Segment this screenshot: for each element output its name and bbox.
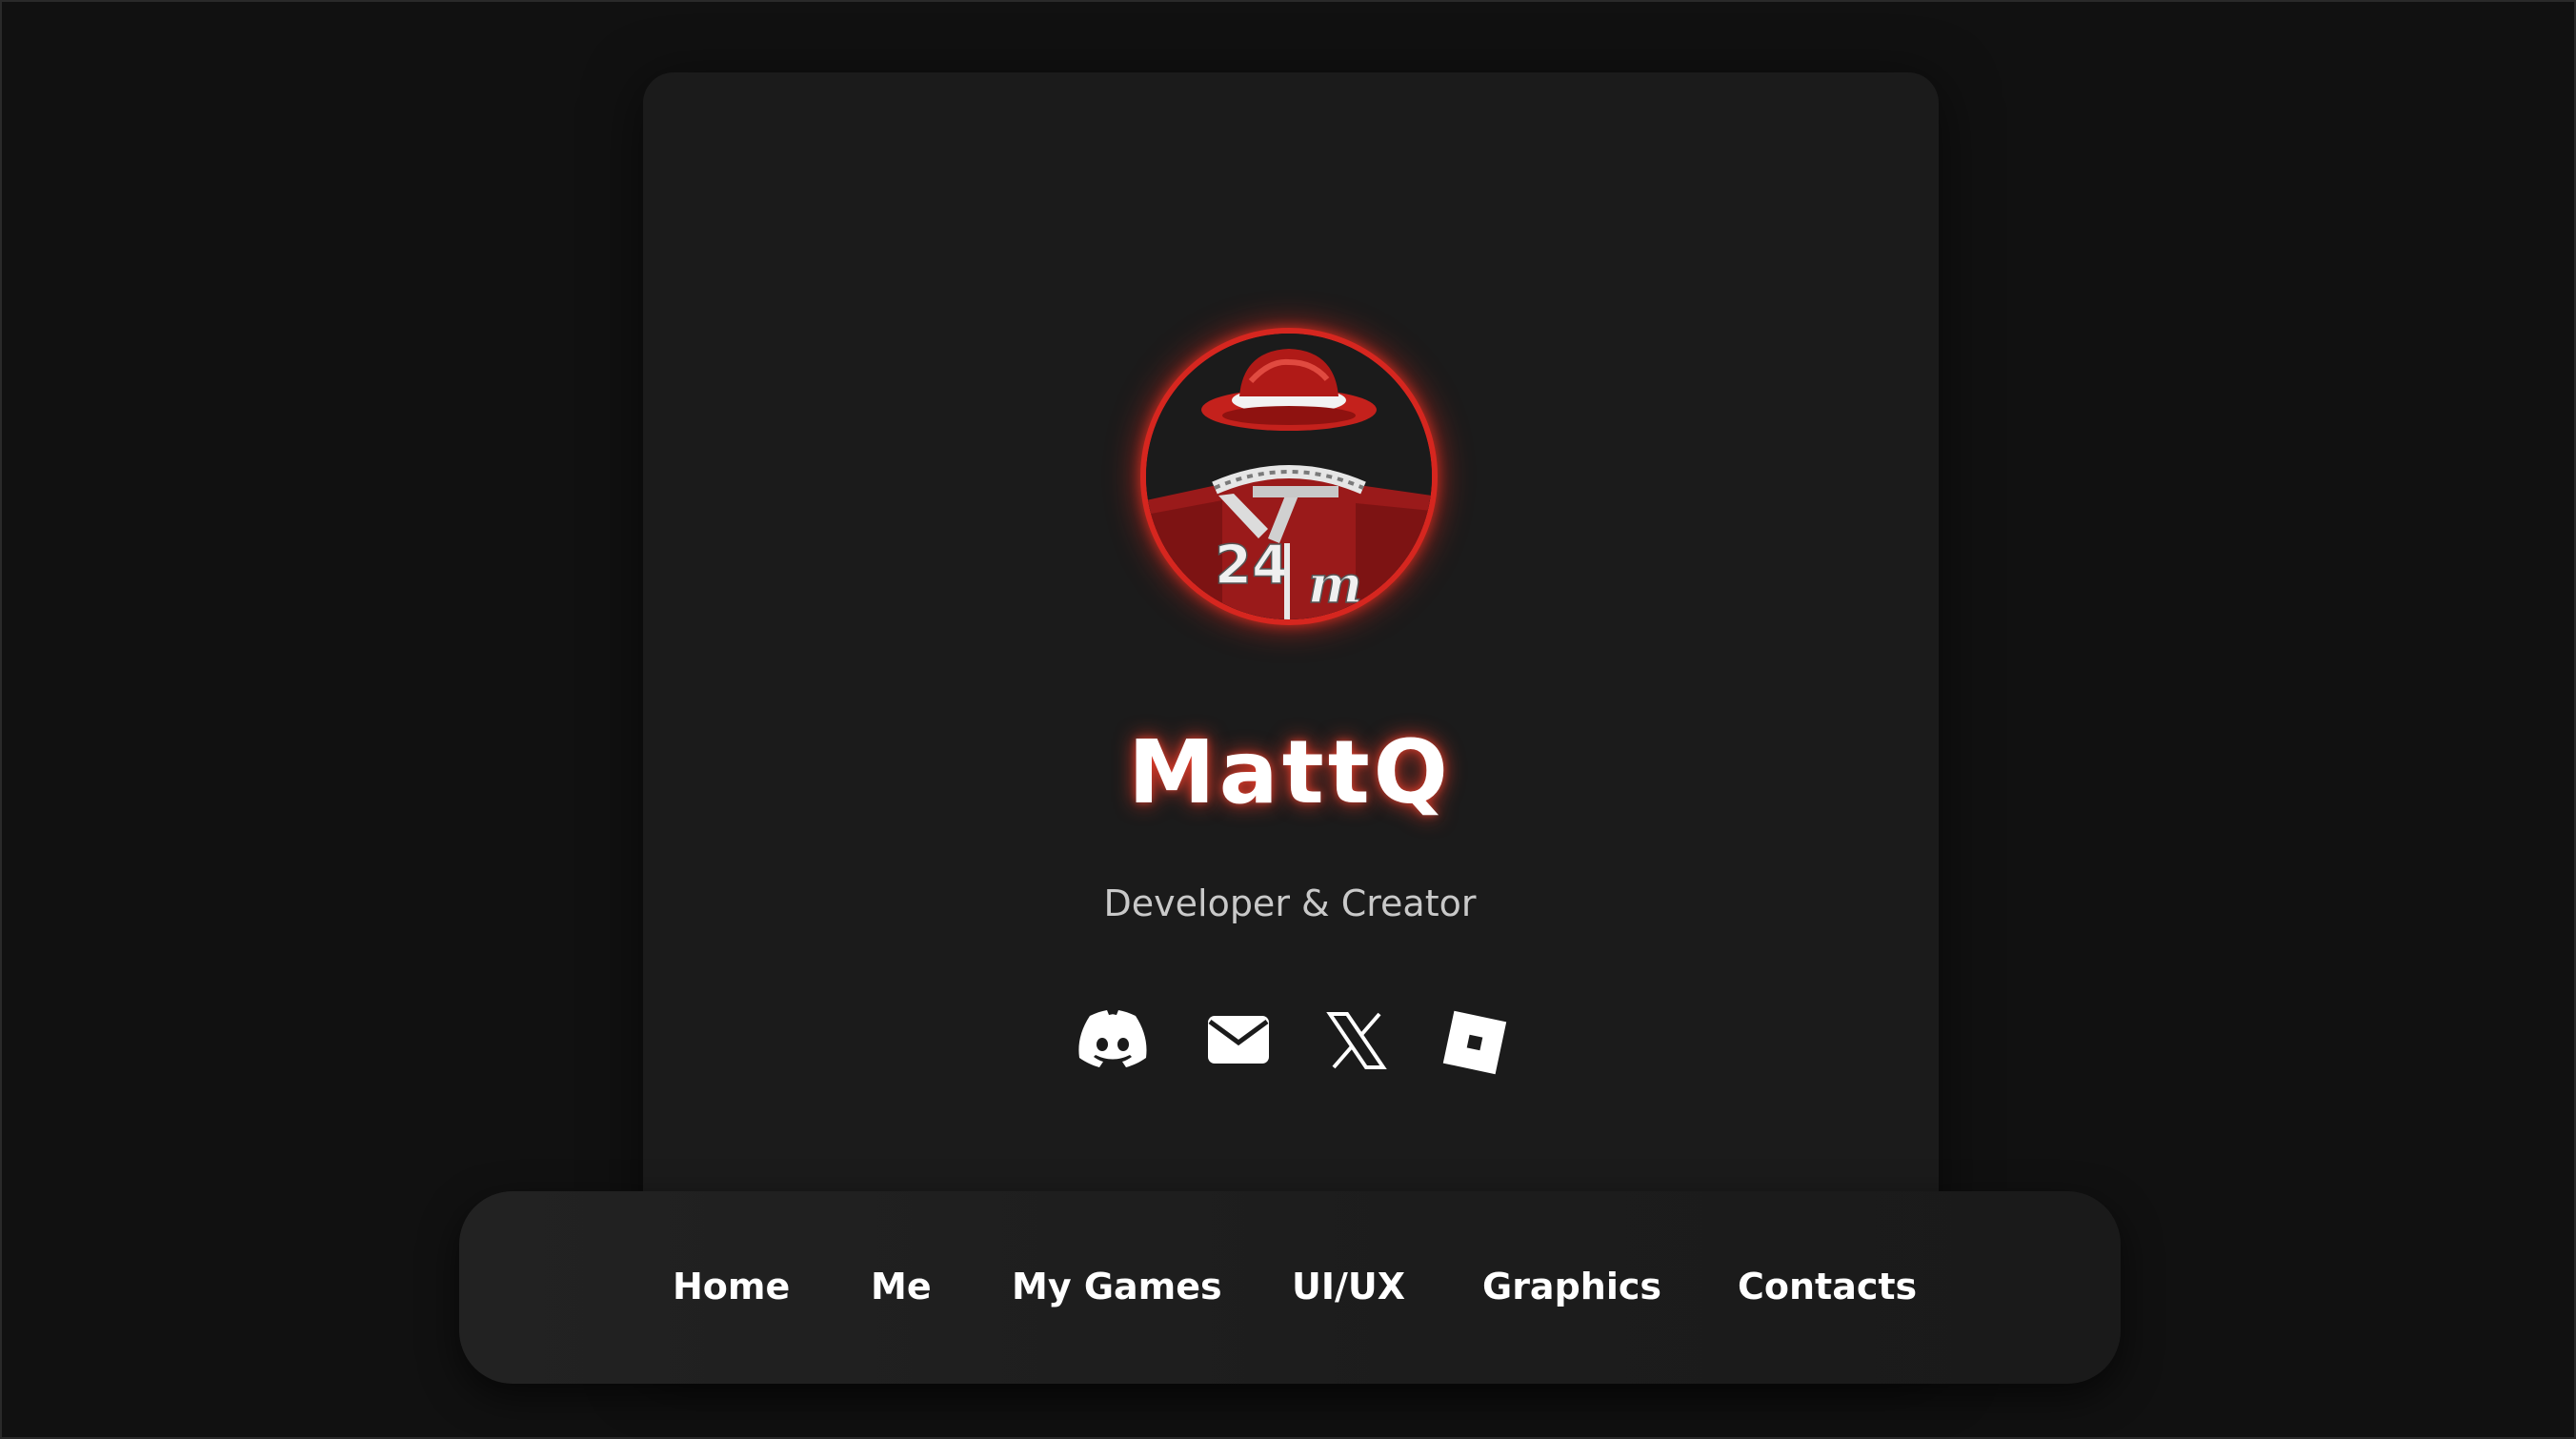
profile-name: MattQ	[1128, 721, 1452, 823]
social-links	[2, 1003, 2576, 1079]
profile-tagline: Developer & Creator	[1103, 882, 1477, 924]
roblox-link[interactable]	[1442, 1003, 1507, 1079]
roblox-icon	[1442, 1010, 1507, 1075]
nav-bar: Home Me My Games UI/UX Graphics Contacts	[459, 1191, 2121, 1384]
avatar: 24 m	[1140, 328, 1438, 625]
x-link[interactable]	[1326, 1003, 1387, 1079]
nav-my-games[interactable]: My Games	[1012, 1263, 1222, 1310]
x-icon	[1326, 1012, 1387, 1069]
nav-ui-ux[interactable]: UI/UX	[1292, 1263, 1405, 1310]
nav-home[interactable]: Home	[673, 1263, 790, 1310]
avatar-icon: 24 m	[1146, 334, 1432, 619]
mail-link[interactable]	[1206, 1003, 1271, 1079]
mail-icon	[1208, 1016, 1269, 1064]
discord-icon	[1078, 1010, 1147, 1067]
page: 24 m MattQ Developer & Creator Home Me M…	[0, 0, 2576, 1439]
nav-me[interactable]: Me	[871, 1263, 932, 1310]
svg-text:24: 24	[1215, 535, 1289, 597]
profile-card	[643, 72, 1939, 1368]
nav-graphics[interactable]: Graphics	[1482, 1263, 1661, 1310]
nav-contacts[interactable]: Contacts	[1738, 1263, 1917, 1310]
discord-link[interactable]	[1077, 1003, 1149, 1079]
svg-text:m: m	[1308, 554, 1362, 615]
